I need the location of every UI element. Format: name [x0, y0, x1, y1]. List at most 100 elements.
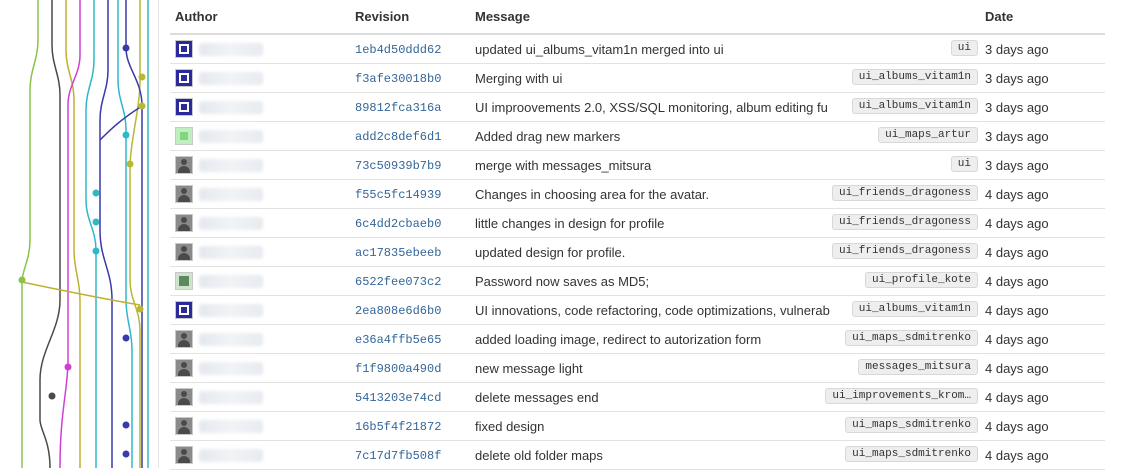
avatar: [175, 185, 193, 203]
revision-link[interactable]: 89812fca316a: [355, 101, 441, 115]
table-row: 6c4dd2cbaeb0 little changes in design fo…: [170, 208, 1105, 238]
revision-cell: add2c8def6d1: [350, 121, 470, 151]
avatar: [175, 272, 193, 290]
branch-tag[interactable]: ui_maps_sdmitrenko: [845, 446, 978, 462]
branch-tag[interactable]: ui_albums_vitam1n: [851, 301, 978, 317]
graph-node: [136, 305, 144, 313]
branch-tag[interactable]: ui_maps_sdmitrenko: [845, 330, 978, 346]
revision-cell: f1f9800a490d: [350, 353, 470, 383]
branch-tag[interactable]: ui_maps_artur: [878, 127, 978, 143]
graph-node: [122, 334, 130, 342]
branch-tag[interactable]: ui_maps_sdmitrenko: [845, 417, 978, 433]
graph-lane: [99, 0, 113, 468]
graph-node: [48, 392, 56, 400]
revision-cell: f3afe30018b0: [350, 63, 470, 93]
table-row: f3afe30018b0 Merging with ui ui_albums_v…: [170, 63, 1105, 93]
avatar: [175, 127, 193, 145]
revision-cell: e36a4ffb5e65: [350, 324, 470, 354]
revision-cell: 5413203e74cd: [350, 382, 470, 412]
revision-link[interactable]: e36a4ffb5e65: [355, 333, 441, 347]
avatar: [175, 301, 193, 319]
author-name-redacted: [199, 245, 263, 259]
branch-tag[interactable]: ui_friends_dragoness: [831, 243, 978, 259]
revision-link[interactable]: f1f9800a490d: [355, 362, 441, 376]
graph-node: [122, 450, 130, 458]
graph-node: [122, 131, 130, 139]
author-cell: [170, 63, 350, 93]
graph-node: [92, 189, 100, 197]
graph-lane: [59, 0, 81, 468]
graph-node: [122, 44, 130, 52]
author-name-redacted: [199, 361, 263, 375]
revision-cell: 1eb4d50ddd62: [350, 34, 470, 64]
revision-link[interactable]: 6c4dd2cbaeb0: [355, 217, 441, 231]
revision-link[interactable]: 7c17d7fb508f: [355, 449, 441, 463]
graph-node: [126, 160, 134, 168]
author-name-redacted: [199, 419, 263, 433]
branch-tag[interactable]: messages_mitsura: [858, 359, 978, 375]
table-row: 2ea808e6d6b0 UI innovations, code refact…: [170, 295, 1105, 325]
revision-cell: 16b5f4f21872: [350, 411, 470, 441]
message-cell: updated ui_albums_vitam1n merged into ui…: [470, 34, 980, 64]
table-row: 89812fca316a UI improovements 2.0, XSS/S…: [170, 92, 1105, 122]
branch-tag[interactable]: ui_albums_vitam1n: [851, 69, 978, 85]
author-name-redacted: [199, 187, 263, 201]
author-name-redacted: [199, 158, 263, 172]
author-name-redacted: [199, 303, 263, 317]
revision-cell: 89812fca316a: [350, 92, 470, 122]
table-row: 6522fee073c2 Password now saves as MD5; …: [170, 266, 1105, 296]
avatar: [175, 69, 193, 87]
graph-merge: [21, 281, 141, 306]
revision-link[interactable]: ac17835ebeeb: [355, 246, 441, 260]
message-cell: updated design for profile. ui_friends_d…: [470, 237, 980, 267]
revision-link[interactable]: f55c5fc14939: [355, 188, 441, 202]
revision-cell: ac17835ebeeb: [350, 237, 470, 267]
revision-link[interactable]: f3afe30018b0: [355, 72, 441, 86]
avatar: [175, 359, 193, 377]
branch-tag[interactable]: ui_improvements_krom…: [825, 388, 978, 404]
author-cell: [170, 324, 350, 354]
author-name-redacted: [199, 274, 263, 288]
avatar: [175, 417, 193, 435]
revision-link[interactable]: 16b5f4f21872: [355, 420, 441, 434]
graph-lane: [21, 0, 39, 468]
author-cell: [170, 382, 350, 412]
column-header-author: Author: [170, 0, 350, 35]
author-cell: [170, 150, 350, 180]
avatar: [175, 98, 193, 116]
graph-node: [18, 276, 26, 284]
revision-link[interactable]: 73c50939b7b9: [355, 159, 441, 173]
column-header-revision: Revision: [350, 0, 470, 35]
revision-cell: f55c5fc14939: [350, 179, 470, 209]
date-cell: 4 days ago: [980, 324, 1105, 354]
branch-tag[interactable]: ui: [950, 40, 978, 56]
branch-tag[interactable]: ui: [950, 156, 978, 172]
revision-link[interactable]: add2c8def6d1: [355, 130, 441, 144]
commit-message: merge with messages_mitsura: [475, 157, 652, 173]
avatar: [175, 156, 193, 174]
table-header-row: Author Revision Message Date: [170, 0, 1105, 35]
table-row: 7c17d7fb508f delete old folder maps ui_m…: [170, 440, 1105, 470]
branch-tag[interactable]: ui_friends_dragoness: [831, 185, 978, 201]
revision-link[interactable]: 1eb4d50ddd62: [355, 43, 441, 57]
avatar: [175, 40, 193, 58]
author-cell: [170, 353, 350, 383]
branch-tag[interactable]: ui_profile_kote: [864, 272, 978, 288]
message-cell: UI innovations, code refactoring, code o…: [470, 295, 980, 325]
author-cell: [170, 237, 350, 267]
avatar: [175, 330, 193, 348]
revision-link[interactable]: 6522fee073c2: [355, 275, 441, 289]
avatar: [175, 388, 193, 406]
revision-link[interactable]: 5413203e74cd: [355, 391, 441, 405]
branch-tag[interactable]: ui_friends_dragoness: [831, 214, 978, 230]
date-cell: 4 days ago: [980, 266, 1105, 296]
graph-divider: [158, 0, 159, 468]
table-row: 73c50939b7b9 merge with messages_mitsura…: [170, 150, 1105, 180]
branch-tag[interactable]: ui_albums_vitam1n: [851, 98, 978, 114]
revision-link[interactable]: 2ea808e6d6b0: [355, 304, 441, 318]
message-cell: Merging with ui ui_albums_vitam1n: [470, 63, 980, 93]
table-row: ac17835ebeeb updated design for profile.…: [170, 237, 1105, 267]
author-cell: [170, 208, 350, 238]
graph-node: [138, 102, 146, 110]
author-cell: [170, 440, 350, 470]
